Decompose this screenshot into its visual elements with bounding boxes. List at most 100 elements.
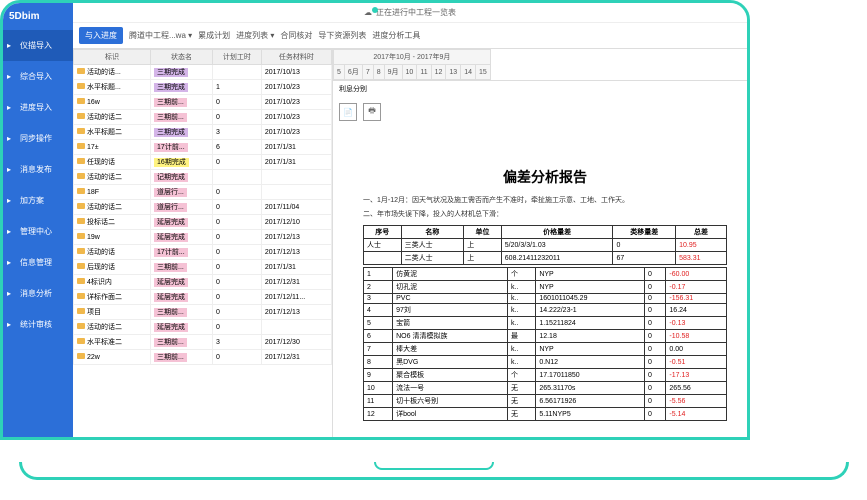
table-row[interactable]: 16w三期前...02017/10/23 <box>74 95 332 110</box>
table-row[interactable]: 水平标准二三期前...32017/12/30 <box>74 335 332 350</box>
sidebar-item-7[interactable]: ▸信息管理 <box>3 247 73 278</box>
nav-label: 加方案 <box>20 195 44 206</box>
nav-label: 管理中心 <box>20 226 52 237</box>
val-cell: 0 <box>212 350 261 365</box>
gantt-header: 2017年10月 - 2017年9月 56月789月101112131415 <box>333 49 747 81</box>
val-cell: 0 <box>212 260 261 275</box>
val-cell: 0 <box>212 95 261 110</box>
val-cell: 0 <box>212 215 261 230</box>
val-cell: 6 <box>212 140 261 155</box>
folder-icon <box>77 248 85 254</box>
table-row[interactable]: 4标识内延层完成02017/12/31 <box>74 275 332 290</box>
date-cell: 2017/1/31 <box>261 140 331 155</box>
doc-icon[interactable]: 📄 <box>339 103 357 121</box>
task-name: 水平标题... <box>74 80 151 95</box>
nav-label: 消息分析 <box>20 288 52 299</box>
import-progress-button[interactable]: 与入进度 <box>79 27 123 44</box>
table-row[interactable]: 投标话二延层完成02017/12/10 <box>74 215 332 230</box>
sidebar-item-9[interactable]: ▸统计审核 <box>3 309 73 340</box>
status-cell: 三期完成 <box>151 125 213 140</box>
progress-list-dropdown[interactable]: 进度列表 ▾ <box>236 30 274 41</box>
status-cell: 三期前... <box>151 95 213 110</box>
report-labor-table: 序号名称单位价格量差类移量差总差 人士三类人士上5/20/3/3/1.03010… <box>363 225 727 265</box>
status-cell: 三期完成 <box>151 80 213 95</box>
task-name: 活动的话 <box>74 245 151 260</box>
table-row[interactable]: 17±17计前...62017/1/31 <box>74 140 332 155</box>
date-cell: 2017/12/13 <box>261 245 331 260</box>
sidebar-item-1[interactable]: ▸综合导入 <box>3 61 73 92</box>
val-cell: 0 <box>212 230 261 245</box>
report-row: 9聚合模板个17.170118500-17.13 <box>364 369 727 382</box>
task-name: 投标话二 <box>74 215 151 230</box>
col-header: 任务材料时 <box>261 50 331 65</box>
print-icon[interactable]: 🖶 <box>363 103 381 121</box>
status-cell: 道层行... <box>151 200 213 215</box>
sidebar-item-8[interactable]: ▸消息分析 <box>3 278 73 309</box>
table-row[interactable]: 项目三期前...02017/12/13 <box>74 305 332 320</box>
col-header: 标识 <box>74 50 151 65</box>
sidebar-item-4[interactable]: ▸消息发布 <box>3 154 73 185</box>
status-cell: 17计前... <box>151 140 213 155</box>
report-col: 名称 <box>401 226 464 239</box>
task-name: 详标作面二 <box>74 290 151 305</box>
sidebar-item-3[interactable]: ▸同步操作 <box>3 123 73 154</box>
project-dropdown[interactable]: 腾道中工程...wa ▾ <box>129 30 192 41</box>
gantt-label: 利息分别 <box>333 81 747 97</box>
analysis-tool[interactable]: 进度分析工具 <box>372 30 420 41</box>
report-title: 偏差分析报告 <box>363 167 727 187</box>
val-cell: 0 <box>212 320 261 335</box>
nav-icon: ▸ <box>7 134 17 144</box>
report-row: 7棒大差k..NYP00.00 <box>364 343 727 356</box>
nav-icon: ▸ <box>7 227 17 237</box>
task-name: 活动的话... <box>74 65 151 80</box>
status-cell: 17计前... <box>151 245 213 260</box>
col-header: 状态名 <box>151 50 213 65</box>
cumulative-plan[interactable]: 累成计划 <box>198 30 230 41</box>
task-table: 标识状态名计划工时任务材料时 活动的话...三期完成2017/10/13水平标题… <box>73 49 332 365</box>
month-header: 12 <box>431 65 446 80</box>
table-row[interactable]: 水平标题二三期完成32017/10/23 <box>74 125 332 140</box>
report-row: 8黑DVGk..0.N120-0.51 <box>364 356 727 369</box>
task-name: 项目 <box>74 305 151 320</box>
table-row[interactable]: 活动的话二延层完成0 <box>74 320 332 335</box>
val-cell: 3 <box>212 125 261 140</box>
table-row[interactable]: 22w三期前...02017/12/31 <box>74 350 332 365</box>
table-row[interactable]: 任现的话16期完成02017/1/31 <box>74 155 332 170</box>
report-row: 5宝箭k..1.152118240-0.13 <box>364 317 727 330</box>
table-row[interactable]: 水平标题...三期完成12017/10/23 <box>74 80 332 95</box>
val-cell <box>212 170 261 185</box>
table-row[interactable]: 后现的话三期前...02017/1/31 <box>74 260 332 275</box>
nav-label: 统计审核 <box>20 319 52 330</box>
val-cell: 0 <box>212 185 261 200</box>
folder-icon <box>77 233 85 239</box>
table-row[interactable]: 活动的话二记期完成 <box>74 170 332 185</box>
export-resource-list[interactable]: 导下资源列表 <box>318 30 366 41</box>
task-name: 水平标准二 <box>74 335 151 350</box>
nav-icon: ▸ <box>7 41 17 51</box>
table-row[interactable]: 活动的话17计前...02017/12/13 <box>74 245 332 260</box>
month-header: 5 <box>334 65 345 80</box>
nav-label: 信息管理 <box>20 257 52 268</box>
task-name: 4标识内 <box>74 275 151 290</box>
report-col: 总差 <box>676 226 727 239</box>
table-row[interactable]: 活动的话二道层行...02017/11/04 <box>74 200 332 215</box>
nav-label: 进度导入 <box>20 102 52 113</box>
status-cell: 三期前... <box>151 305 213 320</box>
table-row[interactable]: 活动的话...三期完成2017/10/13 <box>74 65 332 80</box>
folder-icon <box>77 128 85 134</box>
sidebar-item-6[interactable]: ▸管理中心 <box>3 216 73 247</box>
table-row[interactable]: 详标作面二延层完成02017/12/11... <box>74 290 332 305</box>
contract-check[interactable]: 合同核对 <box>280 30 312 41</box>
sidebar-item-0[interactable]: ▸仪描导入 <box>3 30 73 61</box>
topbar: ☁ 正在进行中工程一览表 <box>73 3 747 23</box>
table-row[interactable]: 19w延层完成02017/12/13 <box>74 230 332 245</box>
table-row[interactable]: 活动的话二三期前...02017/10/23 <box>74 110 332 125</box>
cloud-icon: ☁ <box>364 8 372 17</box>
folder-icon <box>77 218 85 224</box>
sidebar-item-5[interactable]: ▸加方案 <box>3 185 73 216</box>
sidebar-item-2[interactable]: ▸进度导入 <box>3 92 73 123</box>
folder-icon <box>77 173 85 179</box>
table-row[interactable]: 18F道层行...0 <box>74 185 332 200</box>
val-cell: 0 <box>212 245 261 260</box>
nav-label: 仪描导入 <box>20 40 52 51</box>
